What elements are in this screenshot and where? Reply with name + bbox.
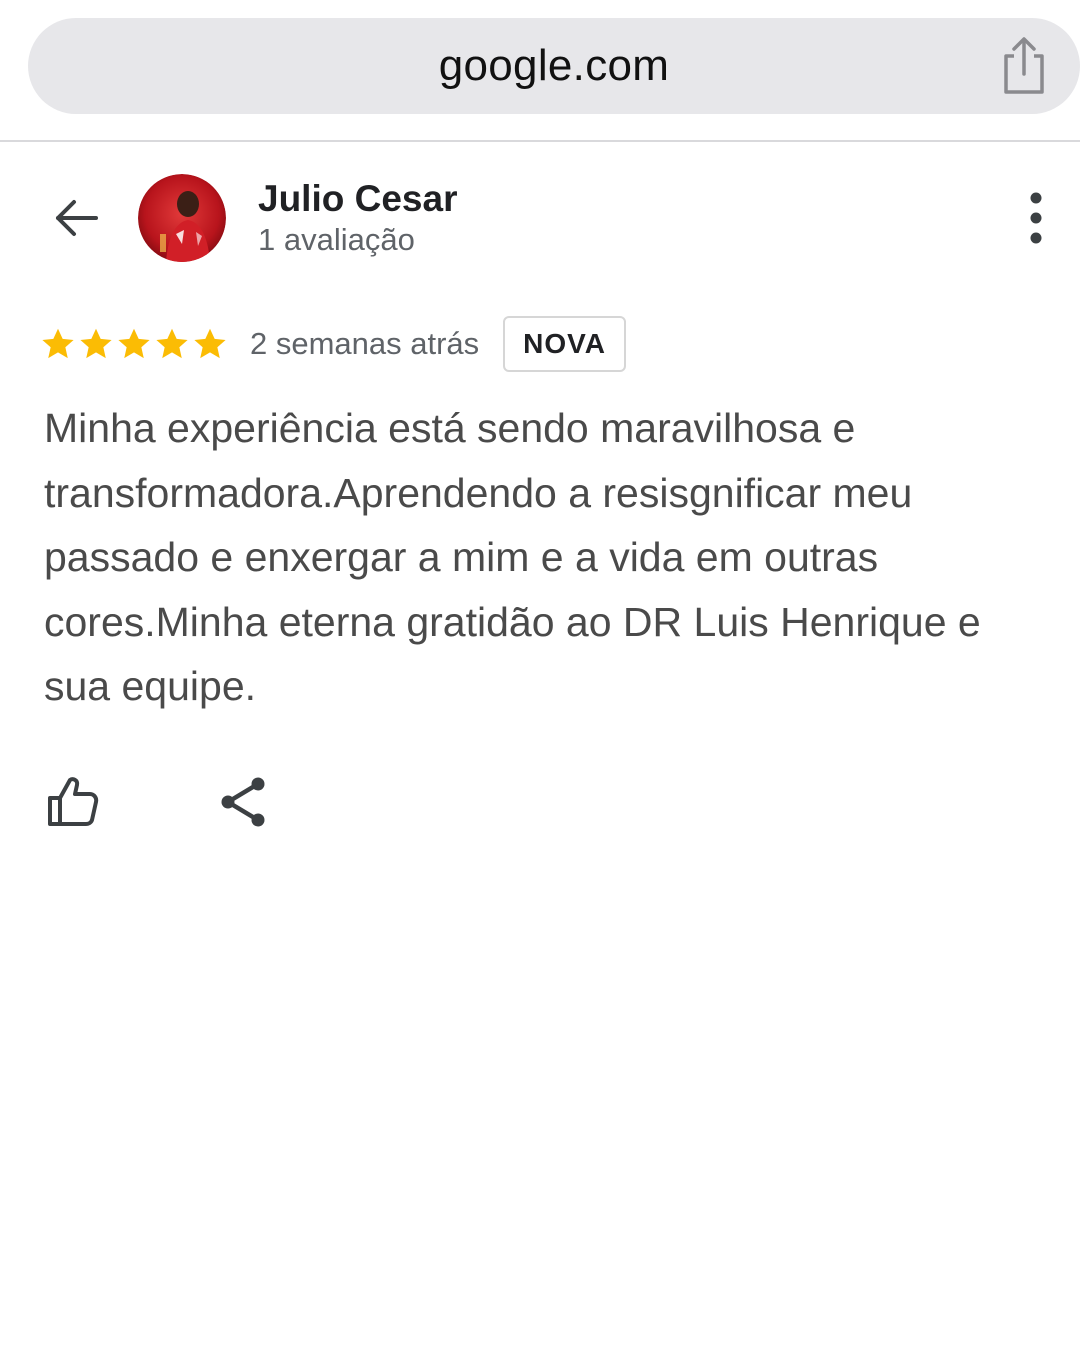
url-text: google.com bbox=[438, 41, 670, 90]
avatar-photo bbox=[138, 174, 226, 262]
url-field[interactable]: google.com bbox=[28, 18, 1080, 114]
like-button[interactable] bbox=[42, 772, 102, 832]
review-time: 2 semanas atrás bbox=[250, 326, 480, 361]
browser-address-bar: google.com bbox=[0, 0, 1080, 142]
new-badge: NOVA bbox=[503, 316, 626, 372]
reviewer-name[interactable]: Julio Cesar bbox=[258, 178, 457, 220]
star-icon bbox=[156, 328, 188, 359]
arrow-back-icon bbox=[56, 200, 98, 236]
reviewer-review-count: 1 avaliação bbox=[258, 222, 415, 257]
star-icon bbox=[42, 328, 74, 359]
browser-share-button[interactable] bbox=[996, 34, 1052, 98]
avatar[interactable] bbox=[138, 174, 226, 262]
reviewer-header: Julio Cesar 1 avaliação bbox=[0, 160, 1080, 280]
thumbs-up-icon bbox=[48, 777, 99, 826]
review-actions bbox=[0, 770, 1080, 840]
star-icon bbox=[80, 328, 112, 359]
share-icon bbox=[221, 777, 265, 827]
back-button[interactable] bbox=[48, 190, 104, 246]
star-icon bbox=[194, 328, 226, 359]
review-meta: 2 semanas atrás NOVA bbox=[40, 312, 626, 376]
share-ios-icon bbox=[1004, 37, 1044, 94]
star-rating bbox=[40, 312, 228, 376]
star-icon bbox=[118, 328, 150, 359]
review-text: Minha experiência está sendo maravilhosa… bbox=[44, 405, 981, 709]
share-review-button[interactable] bbox=[214, 772, 274, 832]
more-vert-icon bbox=[1030, 192, 1042, 244]
more-options-button[interactable] bbox=[1016, 190, 1056, 246]
